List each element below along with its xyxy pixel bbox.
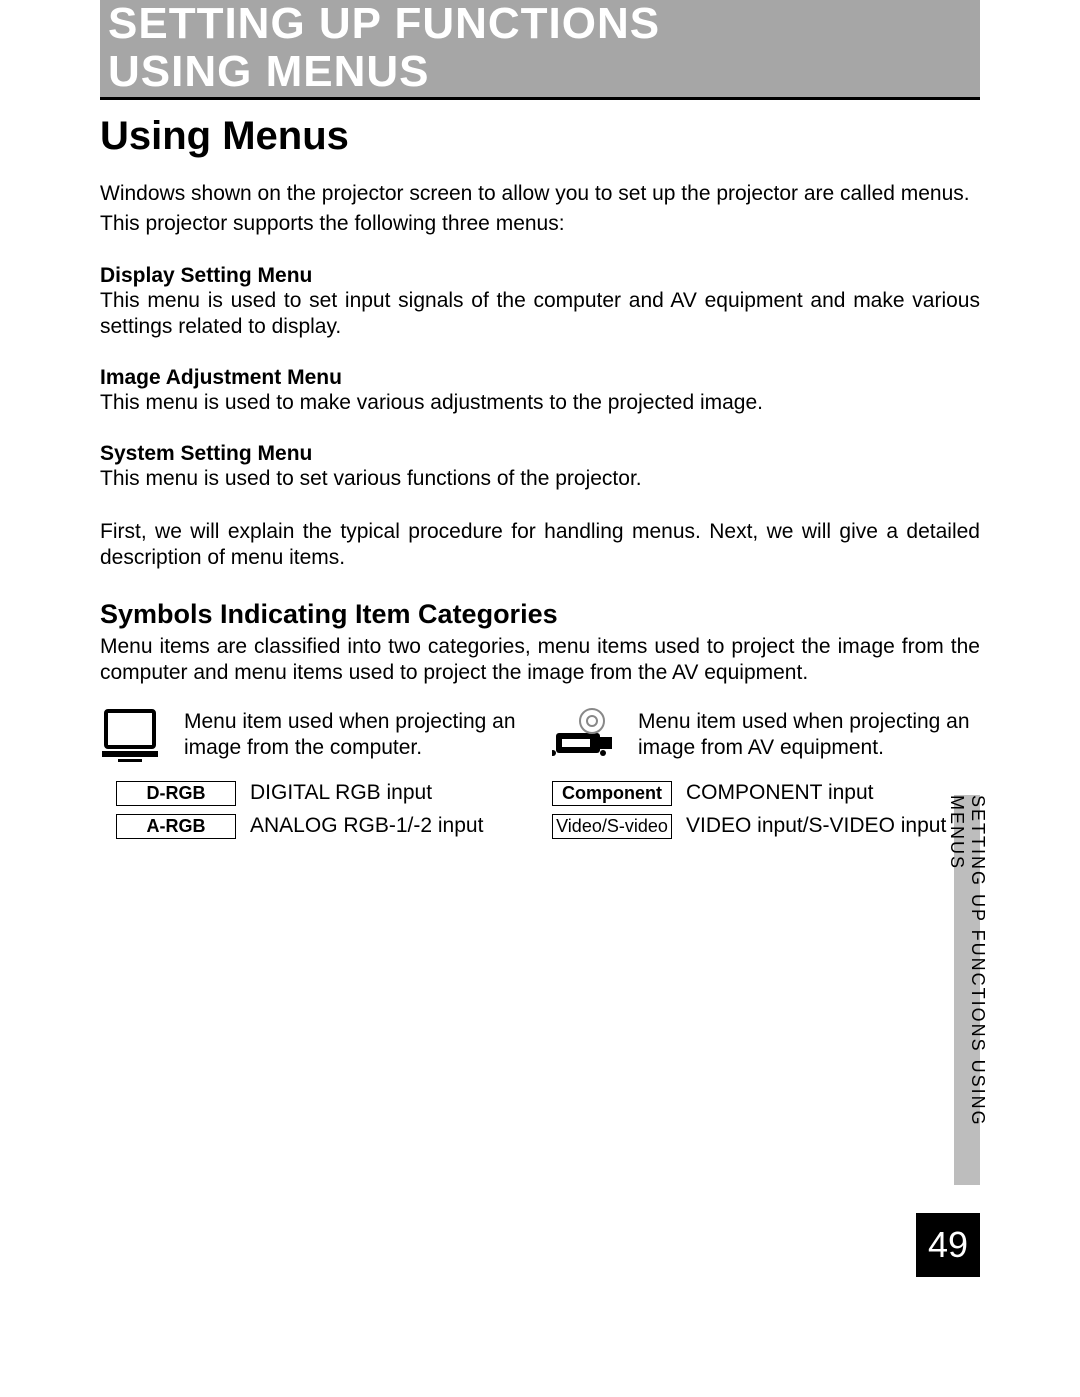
menu-name-2: Image Adjustment Menu	[100, 366, 980, 390]
av-icon-desc: Menu item used when projecting an image …	[638, 709, 980, 759]
section-heading: Using Menus	[100, 114, 980, 159]
symbols-intro: Menu items are classified into two categ…	[100, 634, 980, 687]
av-icon-row: Menu item used when projecting an image …	[552, 707, 980, 763]
chapter-title-line2: USING MENUS	[108, 48, 972, 96]
symbols-heading: Symbols Indicating Item Categories	[100, 599, 980, 630]
badge-video-svideo-desc: VIDEO input/S-VIDEO input	[686, 814, 946, 838]
badge-row-drgb: D-RGB DIGITAL RGB input	[100, 781, 528, 806]
title-underline	[100, 97, 980, 100]
badge-row-component: Component COMPONENT input	[552, 781, 980, 806]
side-tab-label: SETTING UP FUNCTIONS USING MENUS	[946, 795, 988, 1185]
badge-row-video: Video/S-video VIDEO input/S-VIDEO input	[552, 814, 980, 839]
menu-name-3: System Setting Menu	[100, 442, 980, 466]
badge-component-desc: COMPONENT input	[686, 781, 874, 805]
badge-video-svideo: Video/S-video	[552, 814, 672, 839]
badge-drgb: D-RGB	[116, 781, 236, 806]
side-tab: SETTING UP FUNCTIONS USING MENUS	[954, 795, 980, 1185]
intro-paragraph-1: Windows shown on the projector screen to…	[100, 181, 980, 207]
chapter-title-line1: SETTING UP FUNCTIONS	[108, 0, 972, 48]
computer-monitor-icon	[100, 707, 160, 763]
computer-icon-desc: Menu item used when projecting an image …	[184, 709, 528, 759]
badge-component: Component	[552, 781, 672, 806]
closing-paragraph: First, we will explain the typical proce…	[100, 519, 980, 572]
menu-body-2: This menu is used to make various adjust…	[100, 390, 980, 416]
menu-body-3: This menu is used to set various functio…	[100, 466, 980, 492]
badge-argb: A-RGB	[116, 814, 236, 839]
symbols-column-computer: Menu item used when projecting an image …	[100, 707, 528, 847]
intro-paragraph-2: This projector supports the following th…	[100, 211, 980, 237]
badge-argb-desc: ANALOG RGB-1/-2 input	[250, 814, 483, 838]
chapter-title-band: SETTING UP FUNCTIONS USING MENUS	[100, 0, 980, 97]
menu-body-1: This menu is used to set input signals o…	[100, 288, 980, 341]
menu-name-1: Display Setting Menu	[100, 264, 980, 288]
camcorder-icon	[552, 707, 614, 763]
symbols-column-av: Menu item used when projecting an image …	[552, 707, 980, 847]
computer-icon-row: Menu item used when projecting an image …	[100, 707, 528, 763]
symbols-columns: Menu item used when projecting an image …	[100, 707, 980, 847]
page-number: 49	[916, 1213, 980, 1277]
badge-row-argb: A-RGB ANALOG RGB-1/-2 input	[100, 814, 528, 839]
badge-drgb-desc: DIGITAL RGB input	[250, 781, 432, 805]
